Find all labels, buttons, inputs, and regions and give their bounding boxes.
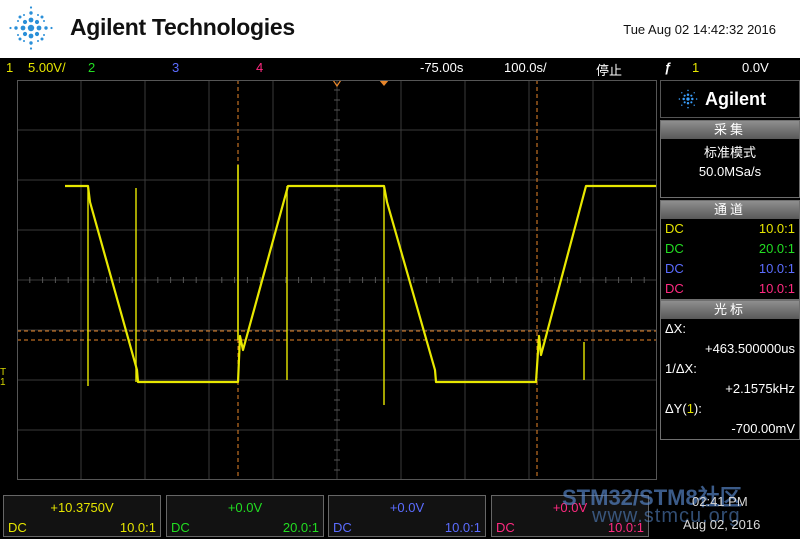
header-datetime: Tue Aug 02 14:42:32 2016 <box>623 22 776 37</box>
channel-row[interactable]: DC 10.0:1 <box>661 259 799 279</box>
channel-probe: 20.0:1 <box>758 241 795 256</box>
ch1-number[interactable]: 1 <box>6 60 13 75</box>
channel-probe: 10.0:1 <box>444 520 481 535</box>
dy-label: ΔY(1): <box>665 401 702 416</box>
channel-row[interactable]: DC 20.0:1 <box>661 239 799 259</box>
ch1-scale[interactable]: 5.00V/ <box>28 60 66 75</box>
cursors-box[interactable]: 光标 ΔX: +463.500000us 1/ΔX: +2.1575kHz ΔY… <box>660 300 800 440</box>
channel-probe: 10.0:1 <box>119 520 156 535</box>
channel-coupling: DC <box>171 520 190 535</box>
brand-title: Agilent Technologies <box>70 14 295 40</box>
header-bar: Agilent Technologies Tue Aug 02 14:42:32… <box>0 0 800 58</box>
channel-coupling: DC <box>665 281 684 296</box>
acquire-mode: 标准模式 <box>703 145 756 160</box>
channel-offset-value: +0.0V <box>227 500 263 515</box>
channel-coupling: DC <box>496 520 515 535</box>
trigger-level[interactable]: 0.0V <box>742 60 769 75</box>
channel-probe: 10.0:1 <box>758 281 795 296</box>
trigger-channel[interactable]: 1 <box>692 60 699 75</box>
panel-brand-box: Agilent <box>660 80 800 118</box>
dx-label: ΔX: <box>665 321 686 336</box>
agilent-spark-logo-icon <box>9 6 53 50</box>
ch4-number[interactable]: 4 <box>256 60 263 75</box>
status-bar: 1 5.00V/ 2 3 4 -75.00s 100.0s/ 停止 ƒ 1 0.… <box>0 58 800 78</box>
inv-dx-value: +2.1575kHz <box>725 381 795 396</box>
time-scale[interactable]: 100.0s/ <box>504 60 547 75</box>
channel-offset-box[interactable]: +10.3750V DC 10.0:1 <box>3 495 161 537</box>
acquire-box[interactable]: 采集 标准模式 50.0MSa/s <box>660 120 800 198</box>
channel-row[interactable]: DC 10.0:1 <box>661 279 799 299</box>
dy-value: -700.00mV <box>731 421 795 436</box>
acquire-title: 采集 <box>661 121 799 139</box>
channel-coupling: DC <box>665 221 684 236</box>
channel-coupling: DC <box>665 241 684 256</box>
time-offset[interactable]: -75.00s <box>420 60 463 75</box>
channel-coupling: DC <box>8 520 27 535</box>
cursors-title: 光标 <box>661 301 799 319</box>
channel-offset-box[interactable]: +0.0V DC 20.0:1 <box>166 495 324 537</box>
channel-row[interactable]: DC 10.0:1 <box>661 219 799 239</box>
ch2-number[interactable]: 2 <box>88 60 95 75</box>
trigger-edge-icon[interactable]: ƒ <box>664 60 671 75</box>
channel-coupling: DC <box>665 261 684 276</box>
channel-probe: 10.0:1 <box>758 261 795 276</box>
ground-ref-number: 1 <box>0 377 6 388</box>
channel-offset-value: +0.0V <box>389 500 425 515</box>
ch3-number[interactable]: 3 <box>172 60 179 75</box>
clock-date: Aug 02, 2016 <box>683 517 761 532</box>
ch1-ground-marker[interactable]: T 1 <box>0 368 6 388</box>
side-panel: Agilent 采集 标准模式 50.0MSa/s 通道 DC 10.0:1 DC 2… <box>660 80 800 480</box>
channels-title: 通道 <box>661 201 799 219</box>
agilent-spark-small-icon <box>678 89 698 109</box>
channels-box[interactable]: 通道 DC 10.0:1 DC 20.0:1 DC 10.0:1 DC 10.0:1 <box>660 200 800 300</box>
acquire-rate: 50.0MSa/s <box>698 164 762 179</box>
channel-offset-box[interactable]: +0.0V DC 10.0:1 <box>328 495 486 537</box>
inv-dx-label: 1/ΔX: <box>665 361 697 376</box>
waveform-display[interactable] <box>17 80 657 480</box>
channel-rows: DC 10.0:1 DC 20.0:1 DC 10.0:1 DC 10.0:1 <box>661 219 799 299</box>
channel-offset-value: +10.3750V <box>50 500 114 515</box>
channel-coupling: DC <box>333 520 352 535</box>
channel-probe: 20.0:1 <box>282 520 319 535</box>
panel-brand-name: Agilent <box>705 89 766 109</box>
channel-probe: 10.0:1 <box>758 221 795 236</box>
clock-time: 02:41 PM <box>692 494 748 509</box>
dx-value: +463.500000us <box>704 341 795 356</box>
run-state[interactable]: 停止 <box>596 60 622 79</box>
